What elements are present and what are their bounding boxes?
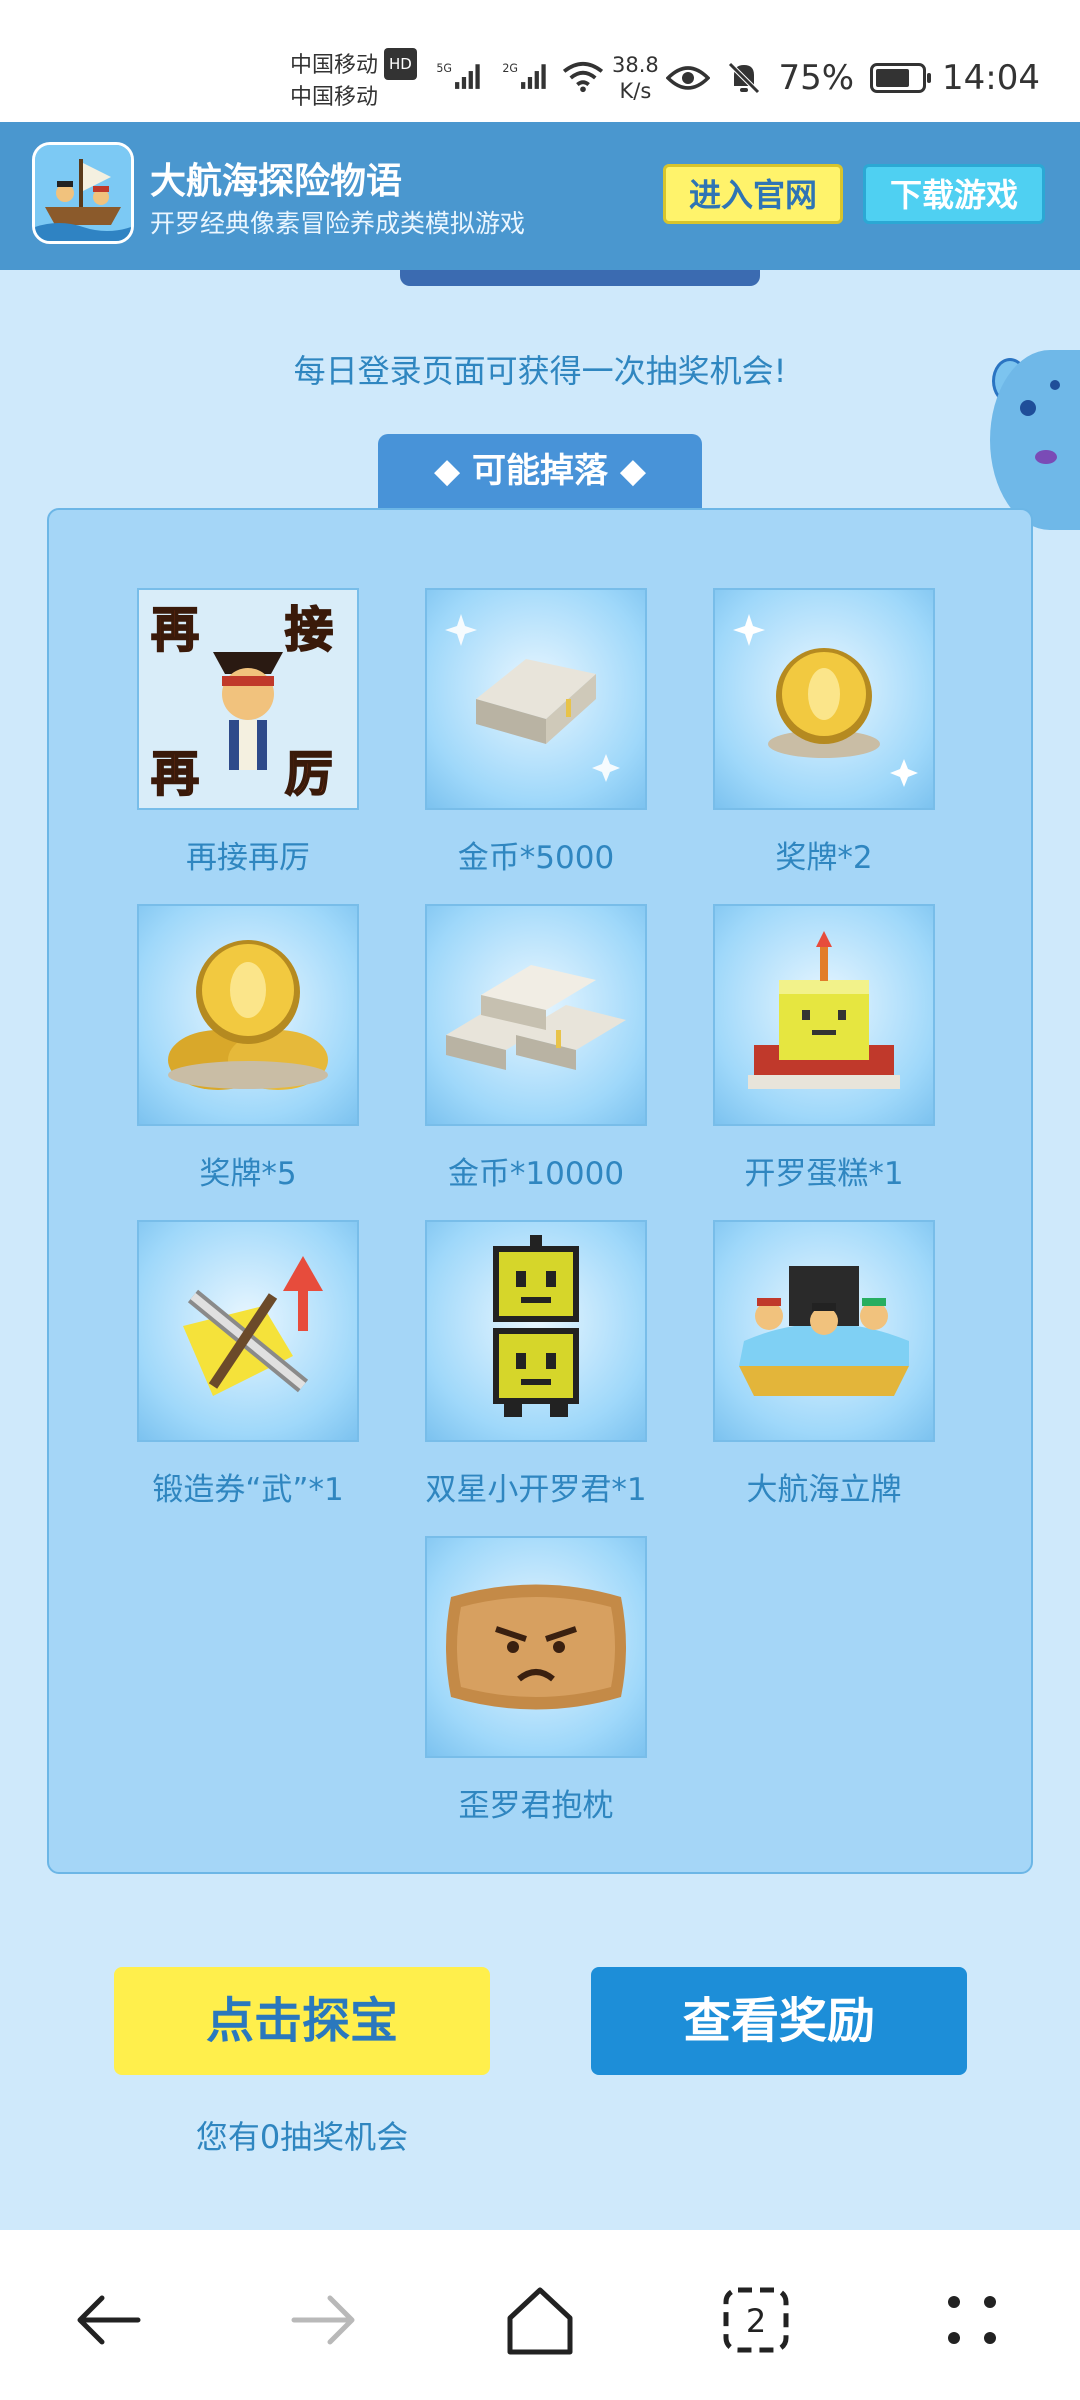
menu-dots-icon[interactable]	[932, 2280, 1012, 2360]
drop-label: 双星小开罗君*1	[425, 1472, 647, 1508]
eye-icon	[666, 66, 711, 90]
svg-text:2G: 2G	[502, 62, 518, 75]
drop-item: 大航海立牌	[680, 1220, 968, 1509]
drop-item: 歪罗君抱枕	[392, 1536, 680, 1825]
drop-label: 歪罗君抱枕	[458, 1788, 614, 1824]
browser-nav-bar: 2	[0, 2230, 1080, 2400]
battery-icon	[870, 63, 932, 93]
main-content: 每日登录页面可获得一次抽奖机会! ◆ 可能掉落 ◆ 再 接 再 厉 再接再厉 金…	[0, 270, 1080, 2230]
app-banner: 大航海探险物语 开罗经典像素冒险养成类模拟游戏 进入官网 下载游戏	[0, 122, 1080, 270]
svg-text:再: 再	[151, 746, 199, 802]
forward-arrow-icon[interactable]	[284, 2280, 364, 2360]
twin-kairo-icon	[425, 1220, 647, 1442]
chances-remaining: 您有0抽奖机会	[195, 2118, 409, 2156]
drop-label: 锻造券“武”*1	[152, 1472, 344, 1508]
back-arrow-icon[interactable]	[68, 2280, 148, 2360]
hd-badge: HD	[384, 48, 417, 80]
drop-label: 再接再厉	[186, 840, 310, 876]
drop-item: 锻造券“武”*1	[104, 1220, 392, 1509]
home-icon[interactable]	[500, 2280, 580, 2360]
app-icon[interactable]	[32, 142, 134, 244]
drop-item: 双星小开罗君*1	[392, 1220, 680, 1509]
svg-text:接: 接	[285, 602, 333, 658]
drop-item: 再 接 再 厉 再接再厉	[104, 588, 392, 877]
speed-unit: K/s	[619, 79, 652, 103]
signal-2g-icon: 2G	[502, 62, 546, 89]
svg-text:2: 2	[746, 2302, 766, 2340]
wifi-icon	[562, 61, 604, 93]
drop-item: 金币*10000	[392, 904, 680, 1193]
drop-label: 开罗蛋糕*1	[744, 1156, 904, 1192]
daily-hint: 每日登录页面可获得一次抽奖机会!	[293, 352, 787, 390]
carrier-2: 中国移动	[290, 85, 379, 110]
speed-value: 38.8	[612, 53, 659, 77]
silver-bars-icon	[425, 904, 647, 1126]
status-bar: 中国移动 HD 中国移动 5G 2G 38.8 K/s 75% 14:04	[0, 0, 1080, 122]
drops-panel: 再 接 再 厉 再接再厉 金币*5000 奖牌*2 奖牌*5 金币*10000 …	[47, 508, 1033, 1874]
drop-item: 奖牌*5	[104, 904, 392, 1193]
standee-icon	[713, 1220, 935, 1442]
carrier-info: 中国移动 HD 中国移动	[290, 48, 417, 114]
cake-icon	[713, 904, 935, 1126]
svg-text:5G: 5G	[436, 62, 452, 75]
gold-medal-icon	[713, 588, 935, 810]
possible-drops-tab: ◆ 可能掉落 ◆	[378, 434, 702, 522]
diamond-left-icon: ◆	[434, 451, 472, 491]
forge-ticket-icon	[137, 1220, 359, 1442]
app-subtitle: 开罗经典像素冒险养成类模拟游戏	[150, 209, 526, 238]
drop-label: 金币*10000	[447, 1156, 625, 1192]
treasure-hunt-button[interactable]: 点击探宝	[114, 1967, 490, 2075]
try-again-icon: 再 接 再 厉	[137, 588, 359, 810]
svg-text:厉: 厉	[285, 746, 333, 802]
diamond-right-icon: ◆	[608, 451, 646, 491]
clock: 14:04	[942, 58, 1040, 98]
tab-label: 可能掉落	[472, 451, 608, 491]
download-game-button[interactable]: 下载游戏	[863, 164, 1045, 224]
carrier-1: 中国移动	[290, 53, 379, 78]
drop-item: 开罗蛋糕*1	[680, 904, 968, 1193]
status-right: 75% 14:04	[666, 58, 1040, 98]
network-speed: 38.8 K/s	[612, 52, 659, 104]
drop-label: 金币*5000	[457, 840, 615, 876]
official-site-button[interactable]: 进入官网	[663, 164, 843, 224]
mute-bell-icon	[728, 62, 761, 94]
view-rewards-button[interactable]: 查看奖励	[591, 1967, 967, 2075]
drop-label: 奖牌*5	[199, 1156, 297, 1192]
header-decoration	[400, 270, 760, 286]
signal-5g-icon: 5G	[436, 62, 480, 89]
drop-item: 奖牌*2	[680, 588, 968, 877]
drop-label: 奖牌*2	[775, 840, 873, 876]
battery-percent: 75%	[778, 58, 855, 98]
silver-bar-icon	[425, 588, 647, 810]
drop-label: 大航海立牌	[746, 1472, 902, 1508]
medal-stack-icon	[137, 904, 359, 1126]
drop-item: 金币*5000	[392, 588, 680, 877]
tabs-icon[interactable]: 2	[716, 2280, 796, 2360]
svg-text:再: 再	[151, 602, 199, 658]
pillow-icon	[425, 1536, 647, 1758]
app-title: 大航海探险物语	[150, 161, 403, 202]
pirate-ship-icon	[35, 145, 131, 241]
